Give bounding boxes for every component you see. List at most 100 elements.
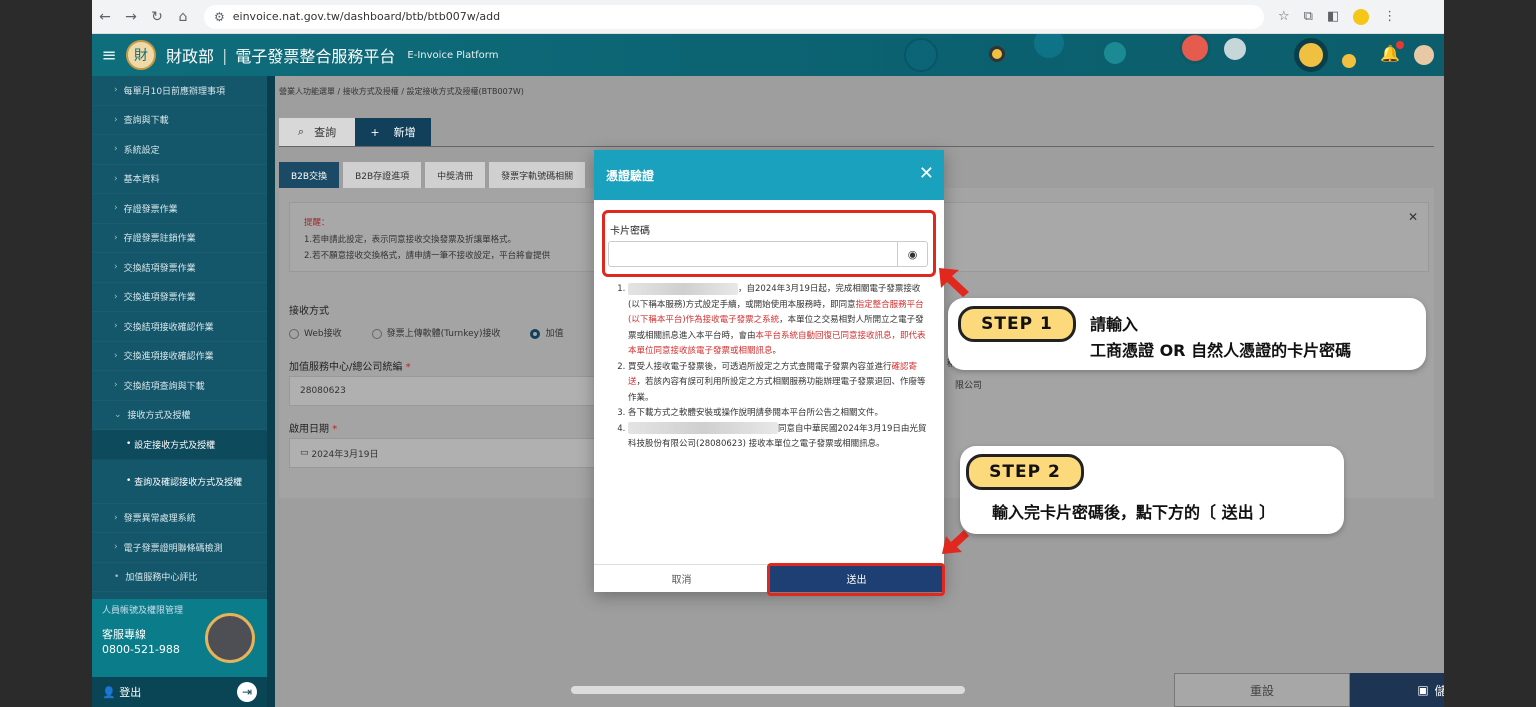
mascot-image <box>205 613 255 663</box>
forward-icon[interactable]: → <box>118 9 144 25</box>
hotline-label: 客服專線 <box>102 628 146 641</box>
sidebar-item-basic[interactable]: › 基本資料 <box>92 165 267 194</box>
highlight-submit-box <box>767 563 945 596</box>
modal-title: 憑證驗證 <box>594 150 944 200</box>
sidebar-item-label: 存證發票作業 <box>123 204 178 215</box>
sidebar-item-settings[interactable]: › 系統設定 <box>92 135 267 165</box>
home-indicator <box>571 686 965 694</box>
chevron-right-icon: › <box>114 114 118 125</box>
tab-query[interactable]: ⌕ 查詢 <box>279 118 355 146</box>
receive-method-label: 接收方式 <box>289 306 329 317</box>
sidebar-item-deposit[interactable]: › 存證發票作業 <box>92 194 267 224</box>
logout-label: 登出 <box>119 686 142 699</box>
sidebar-item-label: 交換結項發票作業 <box>123 263 196 274</box>
chevron-down-icon: ⌄ <box>114 409 122 420</box>
menu-toggle-icon[interactable]: ≡ <box>92 45 126 66</box>
reload-icon[interactable]: ↻ <box>144 9 170 25</box>
sidebar-item-receive-auth[interactable]: ⌄ 接收方式及授權 <box>92 401 267 430</box>
sidebar-item-exchange-in[interactable]: › 交換進項發票作業 <box>92 283 267 312</box>
tab-b2b-deposit[interactable]: B2B存證進項 <box>343 162 422 188</box>
extensions-icon[interactable]: ⧉ <box>1304 9 1313 25</box>
site-settings-icon[interactable]: ⚙ <box>214 10 225 24</box>
address-bar[interactable]: ⚙ einvoice.nat.gov.tw/dashboard/btb/btb0… <box>204 4 1264 29</box>
profile-icon[interactable] <box>1353 8 1370 25</box>
sidebar-item-barcode[interactable]: › 電子發票證明聯條碼檢測 <box>92 533 267 563</box>
tab-add[interactable]: + 新增 <box>355 118 431 146</box>
logout-bar[interactable]: 👤 登出 ⇥ <box>92 677 267 707</box>
bullet-icon: • <box>114 571 120 582</box>
sidebar-item-label: 系統設定 <box>123 145 160 156</box>
center-id-input[interactable]: 28080623 <box>289 376 599 406</box>
term-text: ，若該內容有誤可利用所設定之方式相關服務功能辦理電子發票退回、作廢等作業。 <box>628 377 926 403</box>
notification-bell-icon[interactable]: 🔔 <box>1380 41 1404 63</box>
tab-track-number[interactable]: 發票字軌號碼相關 <box>489 162 586 188</box>
tab-query-label: 查詢 <box>314 126 337 139</box>
tabs-divider <box>279 146 1434 147</box>
sidebar-item-label: 加值服務中心評比 <box>125 573 198 584</box>
header-org-title: 財政部 <box>166 47 215 66</box>
date-label-text: 啟用日期 <box>289 424 329 435</box>
chevron-right-icon: › <box>114 85 118 96</box>
sidebar-item-accounts[interactable]: 人員帳號及權限管理 <box>102 603 183 616</box>
sidebar-item-exchange-out[interactable]: › 交換結項發票作業 <box>92 253 267 283</box>
plus-icon: + <box>370 125 380 139</box>
sidepanel-icon[interactable]: ◧ <box>1327 9 1339 25</box>
sidebar-subitem-set-receive[interactable]: • 設定接收方式及授權 <box>92 430 267 460</box>
company-name-value: 限公司 <box>955 381 983 391</box>
cancel-button[interactable]: 取消 <box>594 565 769 592</box>
step1-callout: STEP 1 請輸入 工商憑證 OR 自然人憑證的卡片密碼 <box>948 298 1426 370</box>
required-mark: * <box>405 362 411 373</box>
sidebar-item-exchange-in-confirm[interactable]: › 交換進項接收確認作業 <box>92 342 267 371</box>
chevron-right-icon: › <box>114 144 118 155</box>
terms-text: ，自2024年3月19日起，完成相關電子發票接收(以下稱本服務)方式設定手續，或… <box>608 282 928 453</box>
close-icon[interactable]: ✕ <box>919 163 934 184</box>
user-avatar[interactable] <box>1414 45 1434 65</box>
start-date-input[interactable]: ▭ 2024年3月19日 <box>289 438 599 468</box>
reset-button[interactable]: 重設 <box>1174 673 1350 707</box>
highlight-password-box <box>602 210 936 277</box>
radio-web[interactable]: Web接收 <box>289 326 342 339</box>
term-item: ，自2024年3月19日起，完成相關電子發票接收(以下稱本服務)方式設定手續，或… <box>628 282 928 360</box>
step1-badge: STEP 1 <box>958 306 1076 342</box>
close-icon[interactable]: ✕ <box>1408 207 1418 227</box>
sidebar-item-query[interactable]: › 查詢與下載 <box>92 106 267 135</box>
term-item: 買受人接收電子發票後，可透過所設定之方式查閱電子發票內容並進行確認寄送，若該內容… <box>628 360 928 407</box>
radio-turnkey[interactable]: 發票上傳軟體(Turnkey)接收 <box>371 326 500 339</box>
radio-vas[interactable]: 加值 <box>530 326 564 339</box>
sidebar-item-label: 交換進項接收確認作業 <box>123 352 214 363</box>
breadcrumb: 營業人功能選單 / 接收方式及授權 / 設定接收方式及授權(BTB007W) <box>279 87 524 96</box>
screen-frame: ← → ↻ ⌂ ⚙ einvoice.nat.gov.tw/dashboard/… <box>92 0 1444 707</box>
back-icon[interactable]: ← <box>92 9 118 25</box>
term-text: 。 <box>772 346 782 356</box>
radio-circle-selected <box>530 328 541 339</box>
search-icon: ⌕ <box>297 125 305 138</box>
logout-icon[interactable]: ⇥ <box>237 682 257 702</box>
sidebar-scrollbar[interactable] <box>267 76 275 707</box>
app-header: ≡ 財 財政部 | 電子發票整合服務平台 E-Invoice Platform … <box>92 34 1444 76</box>
receive-method-radios: Web接收 發票上傳軟體(Turnkey)接收 加值 <box>289 326 564 339</box>
header-decoration <box>894 34 1374 76</box>
notification-dot <box>1396 41 1404 49</box>
browser-menu-icon[interactable]: ⋮ <box>1383 9 1396 25</box>
sidebar-item-rating[interactable]: • 加值服務中心評比 <box>92 563 267 592</box>
tab-winning-list[interactable]: 中獎清冊 <box>425 162 486 188</box>
url-text: einvoice.nat.gov.tw/dashboard/btb/btb007… <box>232 10 501 23</box>
sidebar-item-exchange-out-confirm[interactable]: › 交換結項接收確認作業 <box>92 312 267 342</box>
tab-b2b-exchange[interactable]: B2B交換 <box>279 162 340 188</box>
chevron-right-icon: › <box>114 291 118 302</box>
arrow-step2-icon <box>942 530 969 554</box>
sidebar-subitem-query-receive[interactable]: • 查詢及確認接收方式及授權 <box>92 460 267 504</box>
save-button[interactable]: ▣ 儲存 <box>1350 673 1444 707</box>
sidebar-item-deposit-cancel[interactable]: › 存證發票註銷作業 <box>92 224 267 253</box>
header-separator: | <box>222 45 228 65</box>
sidebar-item-exchange-download[interactable]: › 交換結項查詢與下載 <box>92 371 267 401</box>
sidebar-item-monthly[interactable]: › 每單月10日前應辦理事項 <box>92 76 267 106</box>
sidebar-item-anomaly[interactable]: › 發票異常處理系統 <box>92 504 267 533</box>
chevron-right-icon: › <box>114 350 118 361</box>
center-label: 加值服務中心/總公司統編 * <box>289 358 411 373</box>
bookmark-star-icon[interactable]: ☆ <box>1278 9 1290 25</box>
home-icon[interactable]: ⌂ <box>170 9 196 25</box>
chevron-right-icon: › <box>114 232 118 243</box>
sidebar-item-label: 每單月10日前應辦理事項 <box>123 86 226 97</box>
hotline-number: 0800-521-988 <box>102 643 180 656</box>
